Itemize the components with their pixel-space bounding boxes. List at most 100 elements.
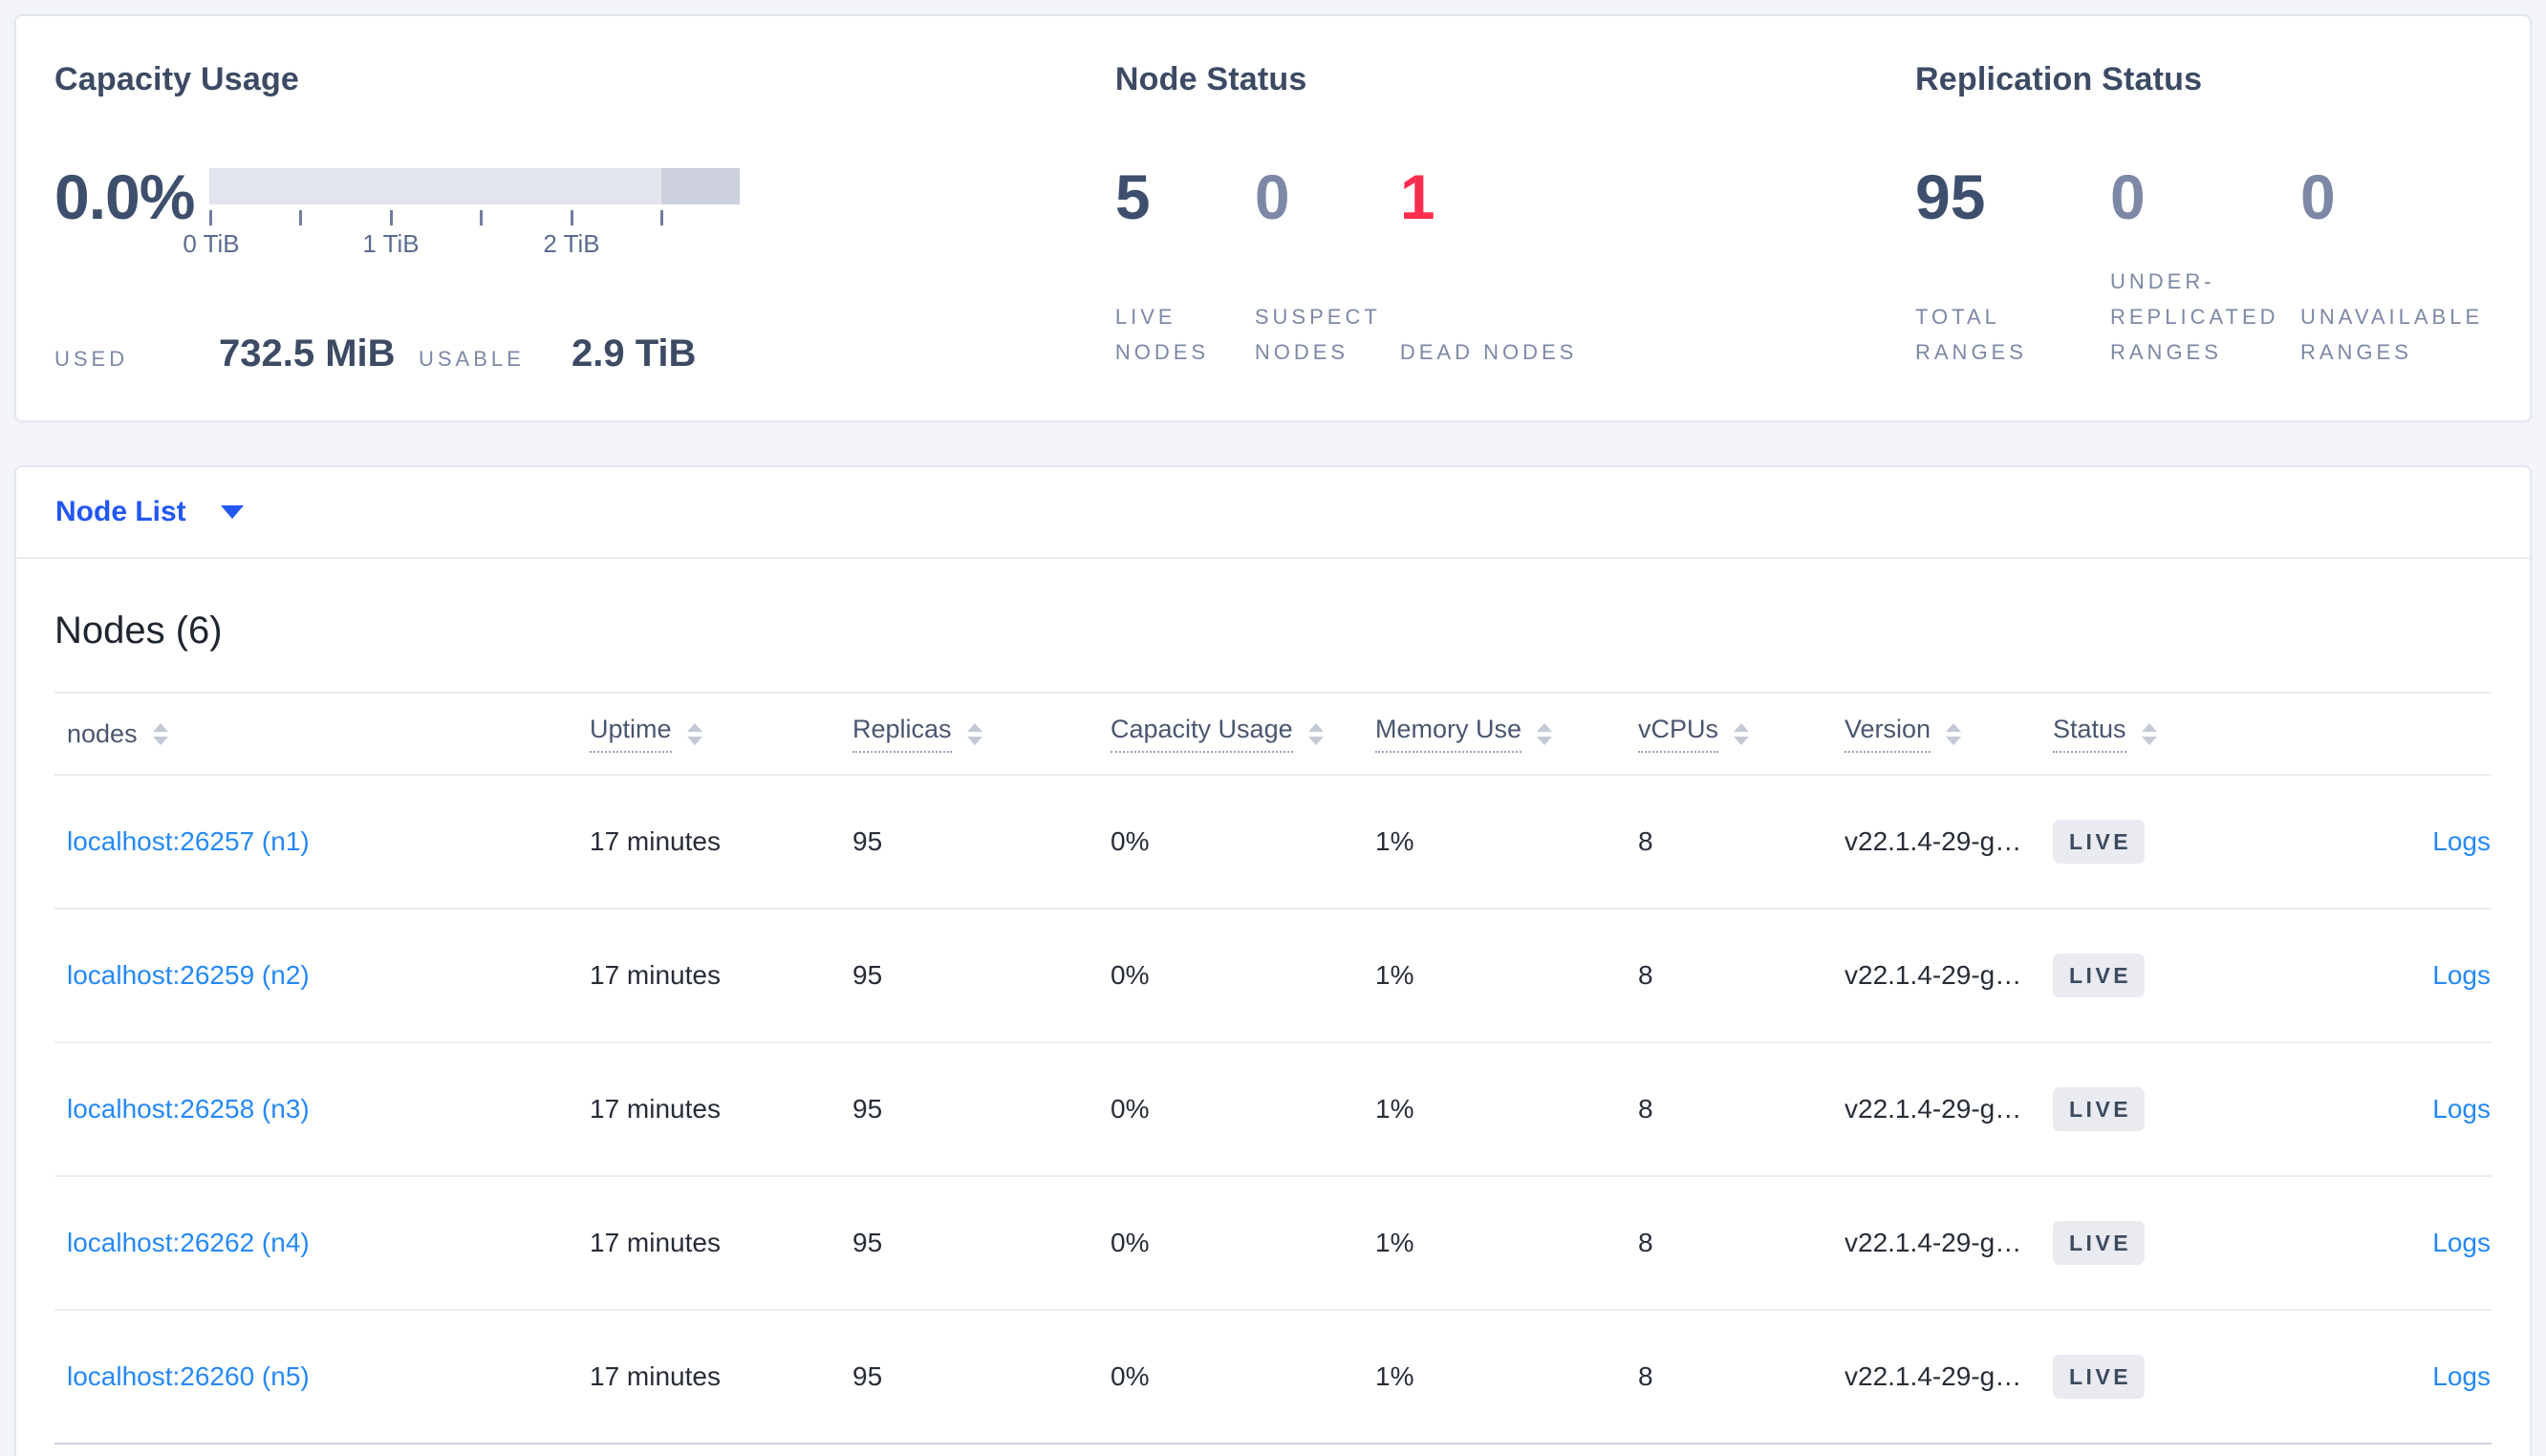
table-header-row: nodes Uptime Replicas Capacity Usage Mem… [54, 694, 2492, 776]
replicas-cell: 95 [852, 1228, 883, 1257]
replication-status-section: Replication Status 95 TOTAL RANGES 0 UND… [1915, 58, 2530, 420]
logs-link[interactable]: Logs [2432, 1094, 2491, 1124]
capacity-axis-labels: 0 TiB 1 TiB 2 TiB [183, 229, 740, 260]
sort-icon [686, 722, 702, 745]
node-cell: localhost:26259 (n2) [54, 960, 590, 991]
column-header-vcpus[interactable]: vCPUs [1638, 715, 1845, 753]
version-cell: v22.1.4-29-g… [1845, 1094, 2022, 1124]
logs-link[interactable]: Logs [2432, 1228, 2491, 1257]
node-link[interactable]: localhost:26259 (n2) [67, 960, 310, 990]
sort-icon [2141, 722, 2157, 745]
capacity-usage-section: Capacity Usage 0.0% 0 TiB 1 TiB 2 TiB US… [54, 58, 1115, 420]
column-header-uptime[interactable]: Uptime [590, 715, 852, 753]
node-cell: localhost:26257 (n1) [54, 826, 590, 857]
column-header-capacity-usage[interactable]: Capacity Usage [1111, 715, 1375, 753]
logs-cell: Logs [2301, 826, 2492, 857]
logs-link[interactable]: Logs [2432, 1361, 2491, 1391]
capacity-usage-cell: 0% [1111, 960, 1150, 990]
table-row: localhost:26262 (n4) 17 minutes 95 0% 1%… [54, 1177, 2492, 1311]
node-list-dropdown[interactable]: Node List [16, 467, 2530, 559]
column-header-version[interactable]: Version [1845, 715, 2053, 753]
memory-use-cell: 1% [1375, 1361, 1414, 1391]
table-row: localhost:26257 (n1) 17 minutes 95 0% 1%… [54, 776, 2492, 910]
under-replicated-ranges-label: UNDER-REPLICATED RANGES [2110, 269, 2279, 364]
capacity-axis-ticks [209, 208, 740, 225]
status-cell: LIVE [2053, 953, 2301, 997]
version-cell: v22.1.4-29-g… [1845, 960, 2022, 990]
column-header-status[interactable]: Status [2053, 715, 2301, 753]
uptime-cell: 17 minutes [590, 826, 721, 856]
replicas-cell: 95 [852, 826, 883, 856]
dead-nodes-value: 1 [1399, 161, 1435, 232]
tick-label-2: 2 TiB [543, 229, 600, 258]
status-cell: LIVE [2053, 1087, 2301, 1131]
status-badge: LIVE [2053, 1087, 2146, 1131]
cluster-summary-panel: Capacity Usage 0.0% 0 TiB 1 TiB 2 TiB US… [14, 14, 2532, 422]
capacity-bar-reserved-segment [660, 168, 740, 204]
node-link[interactable]: localhost:26262 (n4) [67, 1228, 310, 1257]
capacity-bar-track [209, 168, 740, 204]
status-badge: LIVE [2053, 1221, 2146, 1265]
cluster-overview-page: Capacity Usage 0.0% 0 TiB 1 TiB 2 TiB US… [0, 0, 2546, 1456]
logs-cell: Logs [2301, 1361, 2492, 1392]
sort-icon [152, 722, 168, 745]
vcpus-cell: 8 [1638, 1361, 1653, 1391]
sort-icon [1307, 722, 1324, 745]
capacity-usage-cell: 0% [1111, 1228, 1150, 1257]
logs-cell: Logs [2301, 960, 2492, 991]
node-list-panel: Node List Nodes (6) nodes Uptime Replica… [14, 465, 2532, 1456]
usable-value: 2.9 TiB [572, 332, 697, 375]
memory-use-cell: 1% [1375, 960, 1414, 990]
node-status-section: Node Status 5 LIVE NODES 0 SUSPECT NODES… [1115, 58, 1915, 420]
replicas-cell: 95 [852, 1094, 883, 1124]
live-nodes-stat: 5 LIVE NODES [1115, 163, 1255, 370]
table-row: localhost:26259 (n2) 17 minutes 95 0% 1%… [54, 910, 2492, 1043]
capacity-bar-chart: 0 TiB 1 TiB 2 TiB [183, 163, 740, 260]
column-header-nodes[interactable]: nodes [54, 719, 590, 749]
capacity-usage-cell: 0% [1111, 826, 1150, 856]
total-ranges-label: TOTAL RANGES [1915, 305, 2027, 364]
node-cell: localhost:26258 (n3) [54, 1094, 590, 1124]
replication-status-title: Replication Status [1915, 61, 2203, 97]
table-row: localhost:26260 (n5) 17 minutes 95 0% 1%… [54, 1311, 2492, 1445]
suspect-nodes-value: 0 [1254, 161, 1290, 232]
version-cell: v22.1.4-29-g… [1845, 1228, 2022, 1257]
unavailable-ranges-stat: 0 UNAVAILABLE RANGES [2300, 163, 2530, 370]
version-cell: v22.1.4-29-g… [1845, 826, 2022, 856]
unavailable-ranges-label: UNAVAILABLE RANGES [2300, 305, 2484, 364]
sort-icon [966, 722, 982, 745]
uptime-cell: 17 minutes [590, 1228, 721, 1257]
chevron-down-icon [220, 505, 244, 519]
used-value: 732.5 MiB [219, 332, 396, 375]
node-link[interactable]: localhost:26260 (n5) [67, 1361, 310, 1391]
vcpus-cell: 8 [1638, 1228, 1653, 1257]
tick-label-1: 1 TiB [362, 229, 420, 258]
uptime-cell: 17 minutes [590, 1361, 721, 1391]
memory-use-cell: 1% [1375, 1228, 1414, 1257]
capacity-usage-title: Capacity Usage [54, 61, 300, 97]
tick-label-0: 0 TiB [183, 229, 240, 258]
status-badge: LIVE [2053, 1355, 2146, 1399]
suspect-nodes-stat: 0 SUSPECT NODES [1255, 163, 1400, 370]
status-cell: LIVE [2053, 1355, 2301, 1399]
unavailable-ranges-value: 0 [2300, 161, 2336, 232]
suspect-nodes-label: SUSPECT NODES [1254, 305, 1381, 364]
vcpus-cell: 8 [1638, 826, 1653, 856]
node-link[interactable]: localhost:26257 (n1) [67, 826, 310, 856]
status-badge: LIVE [2053, 953, 2146, 997]
under-replicated-ranges-stat: 0 UNDER-REPLICATED RANGES [2110, 163, 2300, 370]
usable-label: USABLE [419, 347, 525, 371]
sort-icon [1537, 722, 1553, 745]
node-cell: localhost:26260 (n5) [54, 1361, 590, 1392]
column-header-replicas[interactable]: Replicas [852, 715, 1111, 753]
logs-link[interactable]: Logs [2432, 960, 2491, 990]
node-link[interactable]: localhost:26258 (n3) [67, 1094, 310, 1124]
capacity-usage-cell: 0% [1111, 1094, 1150, 1124]
status-cell: LIVE [2053, 820, 2301, 864]
memory-use-cell: 1% [1375, 1094, 1414, 1124]
logs-link[interactable]: Logs [2432, 826, 2491, 856]
capacity-gauge: 0.0% 0 TiB 1 TiB 2 TiB [54, 163, 1115, 260]
live-nodes-value: 5 [1114, 161, 1151, 232]
under-replicated-ranges-value: 0 [2110, 161, 2146, 232]
column-header-memory-use[interactable]: Memory Use [1375, 715, 1638, 753]
